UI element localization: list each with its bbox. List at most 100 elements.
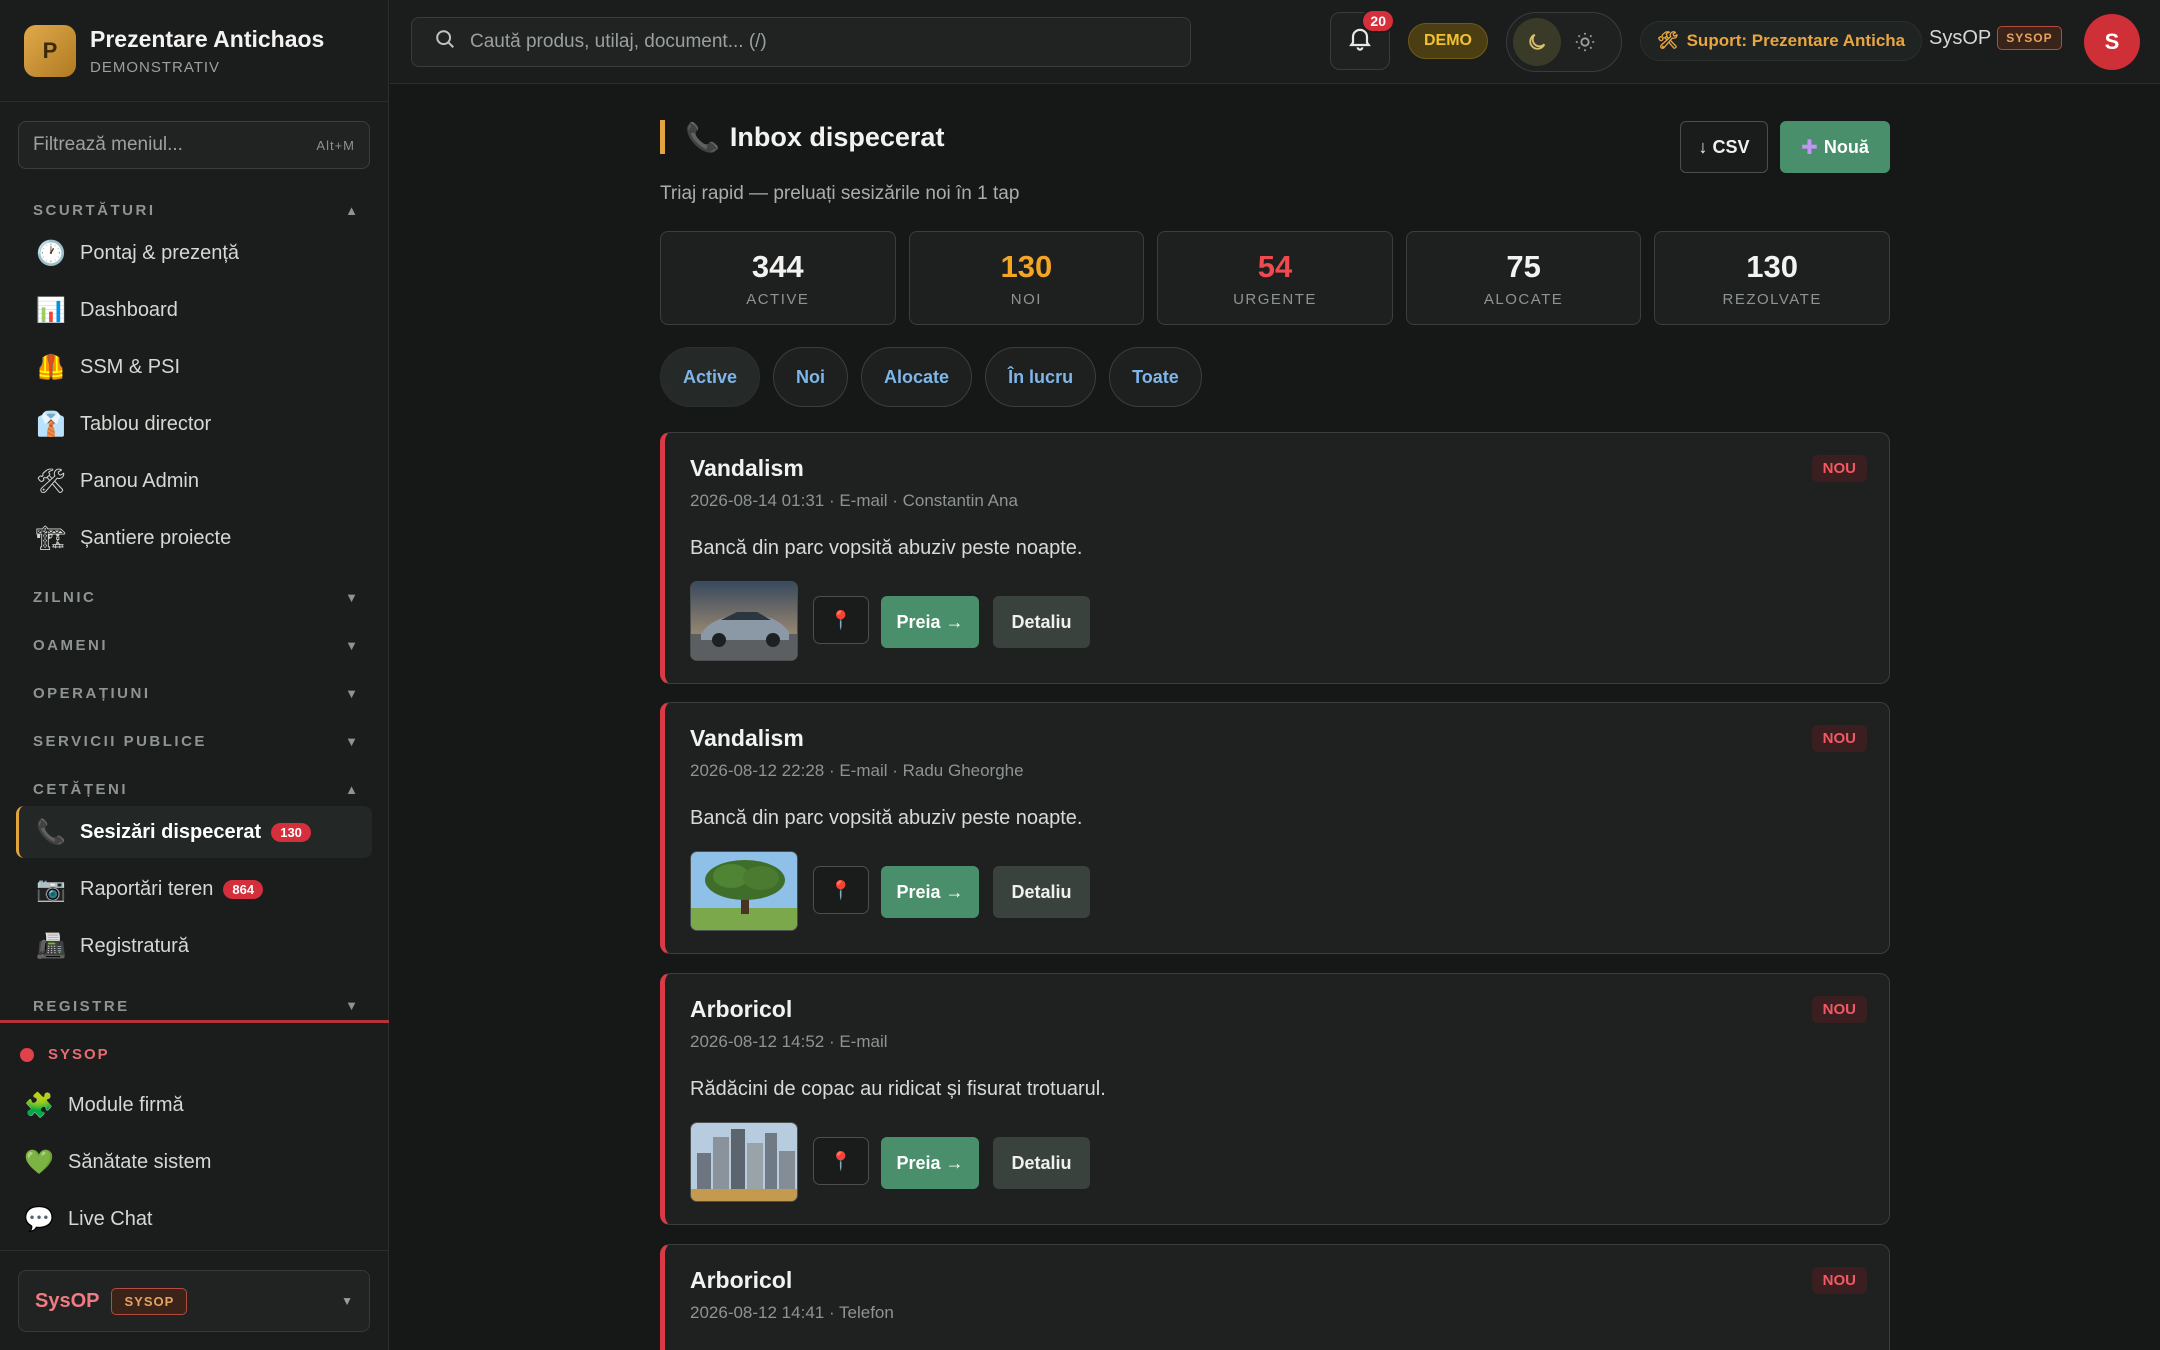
phone-icon: 📞 [685,121,720,153]
ticket-photo-thumbnail[interactable] [690,1122,798,1202]
sidebar-item-ssm[interactable]: 🦺 SSM & PSI [16,341,372,393]
theme-toggle[interactable] [1506,12,1622,72]
stat-resolved[interactable]: 130 REZOLVATE [1654,231,1890,325]
chevron-up-icon: ▲ [345,203,358,218]
user-name: SysOP [35,1289,100,1312]
map-pin-icon: 📍 [829,609,853,630]
sidebar-item-tablou-director[interactable]: 👔 Tablou director [16,398,372,450]
section-citizens[interactable]: CETĂȚENI ▲ [33,781,358,798]
location-pin-button[interactable]: 📍 [813,1137,869,1185]
sidebar-item-module-firma[interactable]: 🧩 Module firmă [4,1079,360,1131]
chevron-down-icon: ▼ [345,734,358,749]
avatar[interactable]: S [2084,14,2140,70]
stat-active[interactable]: 344 ACTIVE [660,231,896,325]
ticket-detail-button[interactable]: Detaliu [993,1137,1090,1189]
section-daily-label: ZILNIC [33,589,97,606]
sidebar-item-sanatate-sistem[interactable]: 💚 Sănătate sistem [4,1136,360,1188]
brand[interactable]: P Prezentare Antichaos DEMONSTRATIV [0,0,388,102]
topbar-user-name: SysOP [1929,26,1992,49]
support-link[interactable]: 🛠 Suport: Prezentare Anticha [1640,21,1923,61]
take-ticket-button[interactable]: Preia → [881,596,979,648]
take-ticket-button[interactable]: Preia → [881,1137,979,1189]
crane-icon: 🏗 [35,524,67,552]
stat-urgent[interactable]: 54 URGENTE [1157,231,1393,325]
status-badge: NOU [1811,1267,1867,1294]
stat-value: 344 [751,248,804,284]
sidebar-item-label: Sesizări dispecerat [80,820,262,843]
ticket-photo-thumbnail[interactable] [690,581,798,661]
export-csv-button[interactable]: ↓ CSV [1680,121,1768,173]
sidebar-item-live-chat[interactable]: 💬 Live Chat [4,1193,360,1245]
global-search-input[interactable]: Caută produs, utilaj, document... (/) [411,17,1191,67]
section-public-services[interactable]: SERVICII PUBLICE ▼ [33,733,358,750]
location-pin-button[interactable]: 📍 [813,596,869,644]
section-registers-label: REGISTRE [33,998,130,1012]
moon-icon[interactable] [1513,18,1561,66]
sidebar-item-label: Module firmă [68,1093,184,1116]
topbar-role-badge: SYSOP [1997,26,2062,50]
search-icon [434,28,456,56]
topbar-user[interactable]: SysOP SYSOP [1929,26,2062,50]
ticket-description: Bancă din parc vopsită abuziv peste noap… [690,807,1083,829]
stat-value: 54 [1257,248,1293,284]
sysop-heading-label: SYSOP [48,1046,110,1063]
section-registers[interactable]: REGISTRE ▼ [33,998,358,1012]
camera-icon: 📷 [36,875,66,903]
stat-allocated[interactable]: 75 ALOCATE [1405,231,1642,325]
ticket-card[interactable]: Arboricol 2026-08-12 14:41 · Telefon NOU [660,1244,1890,1350]
ticket-card[interactable]: Vandalism 2026-08-14 01:31 · E-mail · Co… [660,432,1890,684]
sidebar-item-santiere[interactable]: 🏗 Șantiere proiecte [16,512,372,564]
section-people[interactable]: OAMENI ▼ [33,637,358,654]
chevron-down-icon: ▼ [345,686,358,701]
filter-new[interactable]: Noi [773,347,849,407]
section-daily[interactable]: ZILNIC ▼ [33,589,358,606]
chevron-down-icon: ▼ [345,590,358,605]
sun-icon[interactable] [1561,18,1609,66]
sidebar-item-panou-admin[interactable]: 🛠 Panou Admin [16,455,372,507]
clock-icon: 🕐 [36,239,66,267]
sidebar-item-label: SSM & PSI [80,355,181,378]
sidebar-item-registratura[interactable]: 📠 Registratură [16,920,372,972]
filter-allocated[interactable]: Alocate [861,347,973,407]
chevron-down-icon: ▼ [341,1294,353,1308]
chevron-up-icon: ▲ [345,782,358,797]
location-pin-button[interactable]: 📍 [813,866,869,914]
sidebar-footer-divider [0,1250,389,1251]
filter-in-progress[interactable]: În lucru [985,347,1097,407]
count-badge: 864 [223,879,264,899]
status-badge: NOU [1811,455,1867,482]
notifications-button[interactable]: 20 [1330,9,1395,70]
ticket-description: Rădăcini de copac au ridicat și fisurat … [690,1078,1106,1100]
ticket-detail-button[interactable]: Detaliu [993,596,1090,648]
ticket-title: Vandalism [690,455,804,481]
ticket-meta: 2026-08-14 01:31 · E-mail · Constantin A… [690,491,1018,510]
count-badge: 130 [271,822,311,842]
sidebar-item-sesizari[interactable]: 📞 Sesizări dispecerat 130 [16,806,372,858]
ticket-card[interactable]: Arboricol 2026-08-12 14:52 · E-mail Rădă… [660,973,1890,1225]
safety-vest-icon: 🦺 [36,353,66,381]
ticket-detail-button[interactable]: Detaliu [993,866,1090,918]
sidebar-item-pontaj[interactable]: 🕐 Pontaj & prezență [16,227,372,279]
filter-all[interactable]: Toate [1109,347,1202,407]
menu-filter-input[interactable]: Filtrează meniul... Alt+M [18,121,370,169]
filter-active[interactable]: Active [660,347,761,407]
section-citizens-label: CETĂȚENI [33,781,128,798]
section-shortcuts[interactable]: SCURTĂTURI ▲ [33,202,358,219]
sidebar-item-dashboard[interactable]: 📊 Dashboard [16,284,372,336]
stat-label: ACTIVE [746,290,810,308]
sidebar-item-label: Șantiere proiecte [80,526,232,549]
section-people-label: OAMENI [33,637,108,654]
section-operations[interactable]: OPERAȚIUNI ▼ [33,685,358,702]
ticket-photo-thumbnail[interactable] [690,851,798,931]
sidebar-item-label: Registratură [80,934,189,957]
sidebar-item-raportari[interactable]: 📷 Raportări teren 864 [16,863,372,915]
new-ticket-button[interactable]: ✚ Nouă [1780,121,1890,173]
bar-chart-icon: 📊 [36,296,66,324]
stat-new[interactable]: 130 NOI [908,231,1145,325]
suit-icon: 👔 [36,410,66,438]
take-ticket-button[interactable]: Preia → [881,866,979,918]
ticket-card[interactable]: Vandalism 2026-08-12 22:28 · E-mail · Ra… [660,702,1890,954]
page-header: 📞 Inbox dispecerat [660,120,944,154]
brand-logo: P [24,24,76,77]
sidebar-user-menu[interactable]: SysOP SYSOP ▼ [18,1270,370,1332]
